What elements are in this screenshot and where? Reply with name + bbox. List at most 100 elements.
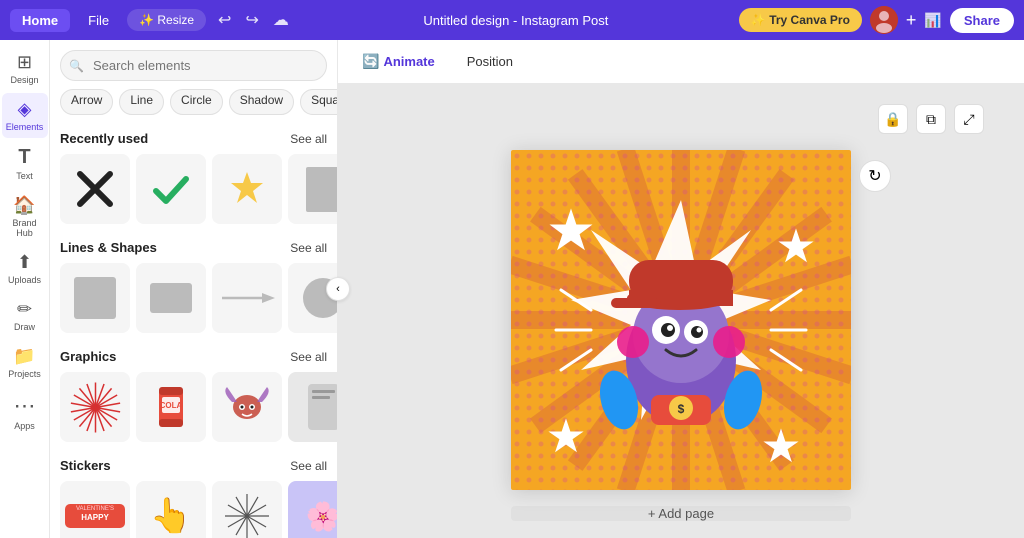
sidebar-label-apps: Apps [14, 421, 35, 431]
search-wrapper [60, 50, 327, 81]
lock-button[interactable]: 🔒 [878, 104, 908, 134]
search-input[interactable] [60, 50, 327, 81]
sidebar-label-elements: Elements [6, 122, 44, 132]
sidebar-item-text[interactable]: T Text [2, 140, 48, 187]
stickers-grid: HAPPY VALENTINE'S 👆 [60, 481, 327, 538]
sidebar-label-draw: Draw [14, 322, 35, 332]
home-button[interactable]: Home [10, 9, 70, 32]
filter-tag-line[interactable]: Line [119, 89, 164, 115]
filter-tag-square[interactable]: Squa... [300, 89, 337, 115]
graphic-item-partial[interactable] [288, 372, 338, 442]
svg-text:COLA: COLA [160, 401, 183, 410]
sidebar-label-brand: Brand Hub [6, 218, 44, 238]
sidebar-label-text: Text [16, 171, 33, 181]
redo-button[interactable]: ↪ [241, 6, 262, 34]
lines-shapes-title: Lines & Shapes [60, 240, 157, 255]
expand-button[interactable]: ⤢ [954, 104, 984, 134]
expand-icon: ⤢ [963, 111, 974, 128]
sidebar-label-uploads: Uploads [8, 275, 41, 285]
stickers-header: Stickers See all [60, 458, 327, 473]
add-button[interactable]: + [906, 10, 917, 31]
position-label: Position [467, 54, 513, 69]
document-title: Untitled design - Instagram Post [301, 13, 731, 28]
main-layout: ⊞ Design ◈ Elements T Text 🏠 Brand Hub ⬆… [0, 40, 1024, 538]
graphics-see-all[interactable]: See all [290, 350, 327, 364]
design-icon: ⊞ [17, 52, 32, 73]
sidebar-item-draw[interactable]: ✏ Draw [2, 293, 48, 338]
refresh-icon: ↻ [868, 166, 881, 186]
animate-button[interactable]: 🔄 Animate [354, 49, 443, 74]
cloud-save-button[interactable]: ☁ [269, 6, 293, 34]
sticker-item-sparkle[interactable] [212, 481, 282, 538]
text-icon: T [18, 146, 30, 169]
add-page-label: + Add page [648, 506, 714, 521]
elements-icon: ◈ [18, 99, 32, 120]
canvas-refresh-button[interactable]: ↻ [859, 160, 891, 192]
elements-panel: Arrow Line Circle Shadow Squa... › Recen… [50, 40, 338, 538]
file-button[interactable]: File [78, 9, 119, 32]
sidebar-item-projects[interactable]: 📁 Projects [2, 340, 48, 385]
apps-icon: ⋯ [14, 393, 36, 419]
sticker-item-hand[interactable]: 👆 [136, 481, 206, 538]
sidebar-item-apps[interactable]: ⋯ Apps [2, 387, 48, 437]
recently-used-title: Recently used [60, 131, 148, 146]
sidebar-item-brand[interactable]: 🏠 Brand Hub [2, 189, 48, 244]
recent-item-x[interactable] [60, 154, 130, 224]
recent-item-star[interactable] [212, 154, 282, 224]
graphics-title: Graphics [60, 349, 116, 364]
lines-shapes-see-all[interactable]: See all [290, 241, 327, 255]
graphics-grid: /* static lines */ [60, 372, 327, 442]
add-page-bar[interactable]: + Add page [511, 506, 851, 521]
avatar[interactable] [870, 6, 898, 34]
recently-used-section: Recently used See all [50, 123, 337, 232]
stickers-title: Stickers [60, 458, 111, 473]
animate-icon: 🔄 [362, 53, 379, 70]
recent-item-check[interactable] [136, 154, 206, 224]
position-button[interactable]: Position [459, 50, 521, 73]
sidebar-item-uploads[interactable]: ⬆ Uploads [2, 246, 48, 291]
hide-panel-button[interactable]: ‹ [326, 277, 350, 301]
sticker-item-valentines[interactable]: HAPPY VALENTINE'S [60, 481, 130, 538]
shape-item-line-arrow[interactable] [212, 263, 282, 333]
recently-used-see-all[interactable]: See all [290, 132, 327, 146]
shape-item-square[interactable] [60, 263, 130, 333]
sticker-item-partial[interactable]: 🌸 [288, 481, 338, 538]
sidebar-item-design[interactable]: ⊞ Design [2, 46, 48, 91]
topbar-right: ✨ Try Canva Pro + 📊 Share [739, 6, 1014, 34]
svg-text:VALENTINE'S: VALENTINE'S [76, 506, 114, 512]
elements-panel-wrapper: Arrow Line Circle Shadow Squa... › Recen… [50, 40, 338, 538]
canvas-frame[interactable]: $ [511, 150, 851, 490]
graphic-item-cola[interactable]: COLA [136, 372, 206, 442]
recently-used-grid: › [60, 154, 327, 224]
sidebar-item-elements[interactable]: ◈ Elements [2, 93, 48, 138]
canvas-scroll[interactable]: 🔒 ⧉ ⤢ [338, 84, 1024, 538]
analytics-icon: 📊 [924, 12, 941, 29]
topbar: Home File ✨ Resize ↩ ↪ ☁ Untitled design… [0, 0, 1024, 40]
recent-item-rect[interactable] [288, 154, 338, 224]
projects-icon: 📁 [13, 346, 35, 367]
lines-shapes-header: Lines & Shapes See all [60, 240, 327, 255]
filter-tag-circle[interactable]: Circle [170, 89, 223, 115]
filter-tag-shadow[interactable]: Shadow [229, 89, 294, 115]
canvas-top-controls: 🔒 ⧉ ⤢ [878, 104, 1004, 134]
graphics-section: Graphics See all /* static lines */ [50, 341, 337, 450]
try-canva-button[interactable]: ✨ Try Canva Pro [739, 8, 862, 32]
search-bar [50, 40, 337, 89]
brand-icon: 🏠 [13, 195, 35, 216]
graphic-item-sunburst[interactable]: /* static lines */ [60, 372, 130, 442]
stickers-see-all[interactable]: See all [290, 459, 327, 473]
filter-tag-arrow[interactable]: Arrow [60, 89, 113, 115]
filter-tags: Arrow Line Circle Shadow Squa... › [50, 89, 337, 123]
undo-button[interactable]: ↩ [214, 6, 235, 34]
shapes-grid: › [60, 263, 327, 333]
graphic-item-bull[interactable] [212, 372, 282, 442]
share-button[interactable]: Share [950, 8, 1014, 33]
canvas-toolbar: 🔄 Animate Position [338, 40, 1024, 84]
shape-item-rect[interactable] [136, 263, 206, 333]
uploads-icon: ⬆ [17, 252, 32, 273]
stickers-section: Stickers See all HAPPY VALENTINE'S 👆 [50, 450, 337, 538]
lines-shapes-section: Lines & Shapes See all [50, 232, 337, 341]
duplicate-button[interactable]: ⧉ [916, 104, 946, 134]
graphics-header: Graphics See all [60, 349, 327, 364]
resize-button[interactable]: ✨ Resize [127, 9, 206, 31]
